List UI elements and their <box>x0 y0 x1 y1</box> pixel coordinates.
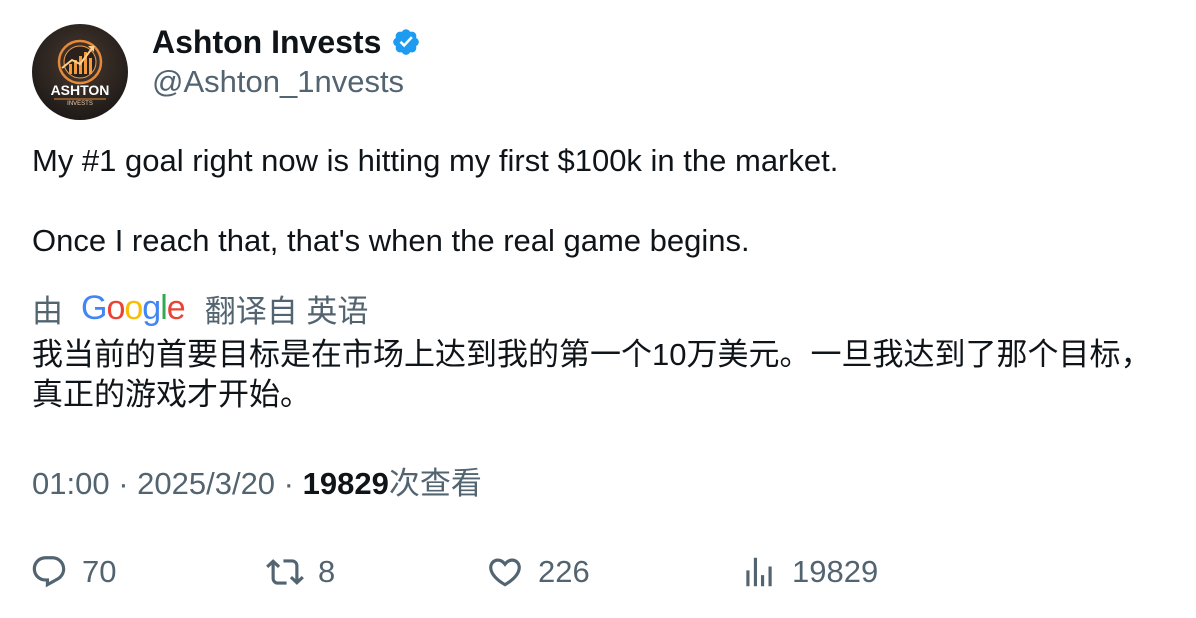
meta-separator: · <box>275 466 303 501</box>
views-action-count: 19829 <box>792 554 879 589</box>
tweet-text-line: My #1 goal right now is hitting my first… <box>32 143 839 178</box>
avatar-image: ASHTON INVESTS <box>32 24 128 120</box>
like-button[interactable]: 226 <box>486 548 590 596</box>
tweet-text-line: Once I reach that, that's when the real … <box>32 223 750 258</box>
retweet-button[interactable]: 8 <box>266 548 335 596</box>
verified-badge-icon[interactable] <box>391 27 421 57</box>
heart-icon <box>486 553 524 591</box>
translation-prefix: 由 <box>32 293 63 329</box>
reply-count: 70 <box>82 554 117 589</box>
author-handle[interactable]: @Ashton_1nvests <box>152 62 404 102</box>
svg-text:ASHTON: ASHTON <box>51 82 110 98</box>
views-label: 次查看 <box>388 466 482 501</box>
translated-text: 我当前的首要目标是在市场上达到我的第一个10万美元。一旦我达到了那个目标，真正的… <box>32 337 1152 412</box>
reply-icon <box>30 553 68 591</box>
avatar[interactable]: ASHTON INVESTS <box>32 24 128 120</box>
tweet-time[interactable]: 01:00 <box>32 466 110 501</box>
retweet-count: 8 <box>318 554 336 589</box>
views-count: 19829 <box>302 466 389 501</box>
reply-button[interactable]: 70 <box>30 548 116 596</box>
translation-suffix: 翻译自 英语 <box>204 293 369 329</box>
tweet-meta: 01:00 · 2025/3/20 · 19829次查看 <box>32 464 482 504</box>
author-name[interactable]: Ashton Invests <box>152 22 381 62</box>
author-name-row: Ashton Invests <box>152 22 421 62</box>
google-logo: Google <box>81 288 186 327</box>
svg-text:INVESTS: INVESTS <box>67 101 93 107</box>
tweet-card: ASHTON INVESTS Ashton Invests @Ashton_1n… <box>0 0 1196 618</box>
tweet-date[interactable]: 2025/3/20 <box>137 466 275 501</box>
translation-attribution[interactable]: 由 Google 翻译自 英语 <box>32 286 368 330</box>
views-button[interactable]: 19829 <box>740 548 878 596</box>
retweet-icon <box>266 553 304 591</box>
action-bar: 70 8 226 19829 <box>0 548 1196 596</box>
analytics-icon <box>740 553 778 591</box>
like-count: 226 <box>538 554 590 589</box>
meta-separator: · <box>109 466 138 501</box>
tweet-text: My #1 goal right now is hitting my first… <box>32 141 838 261</box>
